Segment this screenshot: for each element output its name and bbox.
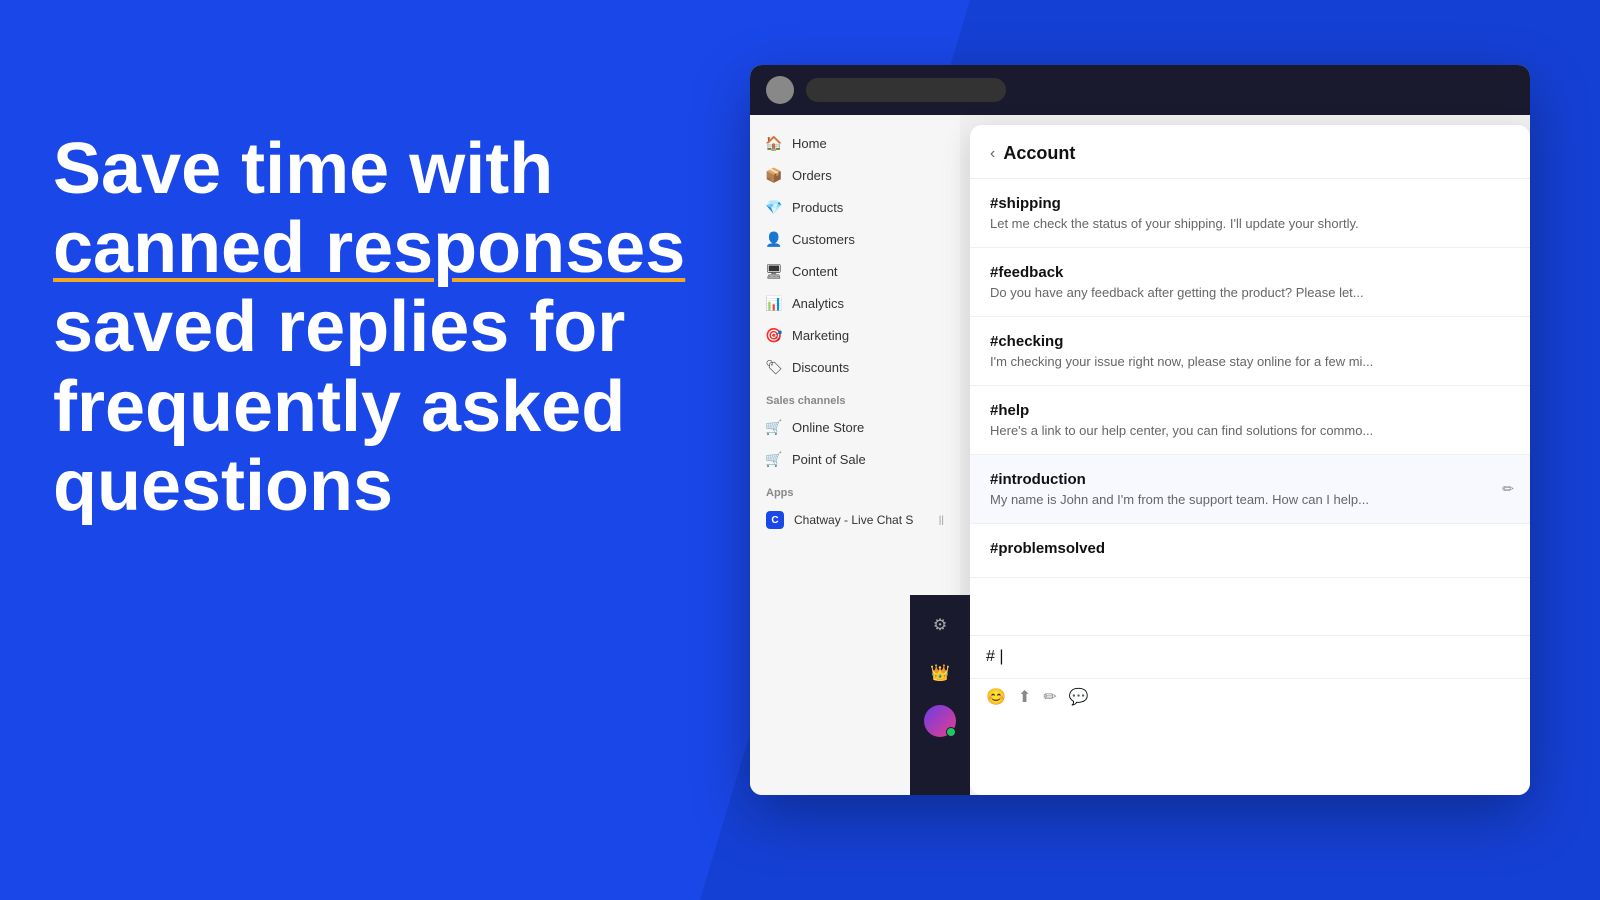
canned-tag-introduction: #introduction <box>990 471 1510 488</box>
chatway-icon: C <box>766 511 784 529</box>
canned-preview-help: Here's a link to our help center, you ca… <box>990 423 1450 438</box>
message-icon[interactable]: 💬 <box>1069 687 1089 707</box>
settings-icon[interactable]: ⚙ <box>924 609 956 641</box>
mockup-url-bar <box>806 78 1006 102</box>
canned-tag-problemsolved: #problemsolved <box>990 540 1510 557</box>
content-icon: 🖥 <box>766 263 782 279</box>
mockup-avatar <box>766 76 794 104</box>
sidebar-item-customers-label: Customers <box>792 232 855 247</box>
chatway-divider: || <box>939 515 944 526</box>
products-icon: 💎 <box>766 199 782 215</box>
back-arrow-icon[interactable]: ‹ <box>990 145 995 163</box>
mockup-section: 🏠 Home 📦 Orders 💎 Products 👤 Customers 🖥 <box>700 0 1600 900</box>
sidebar-item-orders[interactable]: 📦 Orders <box>750 159 960 191</box>
mockup-body: 🏠 Home 📦 Orders 💎 Products 👤 Customers 🖥 <box>750 115 1530 795</box>
sidebar-item-home-label: Home <box>792 136 827 151</box>
pos-icon: 🛒 <box>766 451 782 467</box>
emoji-icon[interactable]: 😊 <box>986 687 1006 707</box>
canned-item-feedback[interactable]: #feedback Do you have any feedback after… <box>970 248 1530 317</box>
orders-icon: 📦 <box>766 167 782 183</box>
sidebar-item-products[interactable]: 💎 Products <box>750 191 960 223</box>
online-store-icon: 🛒 <box>766 419 782 435</box>
canned-item-checking[interactable]: #checking I'm checking your issue right … <box>970 317 1530 386</box>
chat-text-input-wrapper <box>970 636 1530 678</box>
sidebar-item-content-label: Content <box>792 264 838 279</box>
headline-line4: frequently asked <box>53 367 625 447</box>
chat-toolbar: 😊 ⬆ ✏ 💬 <box>970 678 1530 715</box>
canned-tag-shipping: #shipping <box>990 195 1510 212</box>
sidebar-item-pos[interactable]: 🛒 Point of Sale <box>750 443 960 475</box>
sidebar-item-chatway[interactable]: C Chatway - Live Chat S || <box>750 503 960 537</box>
analytics-icon: 📊 <box>766 295 782 311</box>
canned-item-help[interactable]: #help Here's a link to our help center, … <box>970 386 1530 455</box>
headline: Save time with canned responses saved re… <box>53 130 733 526</box>
sales-channels-section-label: Sales channels <box>750 383 960 411</box>
sidebar-item-marketing[interactable]: 🎯 Marketing <box>750 319 960 351</box>
upload-icon[interactable]: ⬆ <box>1018 687 1031 707</box>
headline-highlight: canned responses <box>53 208 685 288</box>
canned-responses-list[interactable]: #shipping Let me check the status of you… <box>970 179 1530 684</box>
sidebar-item-orders-label: Orders <box>792 168 832 183</box>
headline-line3: saved replies for <box>53 287 625 367</box>
canned-tag-checking: #checking <box>990 333 1510 350</box>
sidebar-item-discounts[interactable]: 🏷 Discounts <box>750 351 960 383</box>
marketing-icon: 🎯 <box>766 327 782 343</box>
sidebar-item-products-label: Products <box>792 200 843 215</box>
discounts-icon: 🏷 <box>766 359 782 375</box>
account-panel-title: Account <box>1003 143 1075 164</box>
crown-icon[interactable]: 👑 <box>924 657 956 689</box>
chat-input-area: 😊 ⬆ ✏ 💬 <box>970 635 1530 795</box>
canned-item-problemsolved[interactable]: #problemsolved <box>970 524 1530 578</box>
sidebar-item-analytics-label: Analytics <box>792 296 844 311</box>
canned-preview-checking: I'm checking your issue right now, pleas… <box>990 354 1450 369</box>
headline-line1: Save time with <box>53 129 553 209</box>
canned-item-shipping[interactable]: #shipping Let me check the status of you… <box>970 179 1530 248</box>
sidebar-item-online-store[interactable]: 🛒 Online Store <box>750 411 960 443</box>
sidebar-item-online-store-label: Online Store <box>792 420 864 435</box>
sidebar-item-discounts-label: Discounts <box>792 360 849 375</box>
sidebar-item-marketing-label: Marketing <box>792 328 849 343</box>
account-panel-header: ‹ Account <box>970 125 1530 179</box>
main-content-area: ‹ Account #shipping Let me check the sta… <box>960 115 1530 795</box>
user-avatar[interactable] <box>924 705 956 737</box>
edit-tool-icon[interactable]: ✏ <box>1043 687 1056 707</box>
canned-tag-feedback: #feedback <box>990 264 1510 281</box>
shopify-mockup: 🏠 Home 📦 Orders 💎 Products 👤 Customers 🖥 <box>750 65 1530 795</box>
canned-preview-shipping: Let me check the status of your shipping… <box>990 216 1450 231</box>
hero-text-section: Save time with canned responses saved re… <box>53 130 733 526</box>
canned-preview-feedback: Do you have any feedback after getting t… <box>990 285 1450 300</box>
sidebar-item-analytics[interactable]: 📊 Analytics <box>750 287 960 319</box>
edit-icon[interactable]: ✏ <box>1502 481 1514 498</box>
apps-section-label: Apps <box>750 475 960 503</box>
canned-preview-introduction: My name is John and I'm from the support… <box>990 492 1450 507</box>
sidebar-item-chatway-label: Chatway - Live Chat S <box>794 513 913 527</box>
canned-item-introduction[interactable]: #introduction My name is John and I'm fr… <box>970 455 1530 524</box>
chat-sidebar: ⚙ 👑 <box>910 595 970 795</box>
mockup-header <box>750 65 1530 115</box>
customers-icon: 👤 <box>766 231 782 247</box>
sidebar-item-customers[interactable]: 👤 Customers <box>750 223 960 255</box>
chat-text-input[interactable] <box>986 648 1514 666</box>
sidebar-item-content[interactable]: 🖥 Content <box>750 255 960 287</box>
headline-line5: questions <box>53 446 393 526</box>
sidebar-item-home[interactable]: 🏠 Home <box>750 127 960 159</box>
sidebar-item-pos-label: Point of Sale <box>792 452 866 467</box>
home-icon: 🏠 <box>766 135 782 151</box>
canned-tag-help: #help <box>990 402 1510 419</box>
